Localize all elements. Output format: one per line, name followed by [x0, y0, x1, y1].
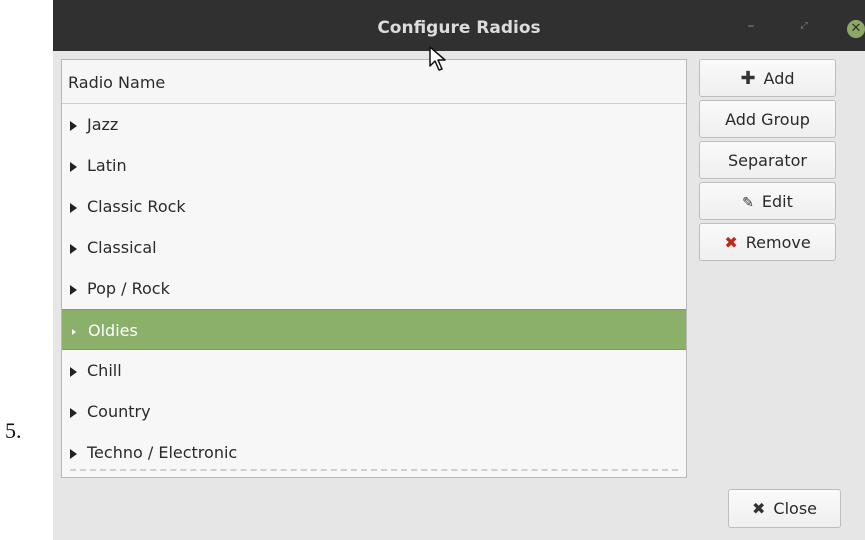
configure-radios-window: Configure Radios – ⤢ ✕ Radio Name Jazz L…: [53, 0, 865, 540]
list-item-label: Country: [87, 402, 151, 421]
list-item-label: Classical: [87, 238, 157, 257]
minimize-icon[interactable]: –: [743, 18, 759, 34]
list-item-label: Oldies: [88, 321, 138, 340]
radio-list[interactable]: Radio Name Jazz Latin Classic Rock Class…: [61, 59, 687, 478]
expander-arrow-icon[interactable]: [70, 408, 77, 418]
list-item-label: Jazz: [87, 115, 119, 134]
expander-arrow-icon[interactable]: [70, 449, 77, 459]
close-button[interactable]: ✖ Close: [728, 489, 841, 528]
list-item[interactable]: Chill: [62, 350, 686, 391]
list-item-label: Chill: [87, 361, 122, 380]
list-item[interactable]: Jazz: [62, 104, 686, 145]
mouse-cursor-icon: [429, 46, 446, 71]
add-group-button-label: Add Group: [725, 110, 810, 129]
separator-button-label: Separator: [728, 151, 807, 170]
list-bottom-divider: [70, 469, 678, 471]
remove-button[interactable]: ✖ Remove: [699, 223, 836, 261]
expander-arrow-icon[interactable]: [70, 121, 77, 131]
list-item-label: Techno / Electronic: [87, 443, 238, 462]
column-header-radio-name[interactable]: Radio Name: [62, 60, 686, 104]
remove-button-label: Remove: [745, 233, 811, 252]
add-group-button[interactable]: Add Group: [699, 100, 836, 138]
expander-arrow-icon[interactable]: [70, 244, 77, 254]
list-item-label: Latin: [87, 156, 127, 175]
title-bar[interactable]: Configure Radios – ⤢ ✕: [53, 0, 865, 51]
close-button-label: Close: [773, 499, 817, 518]
list-item[interactable]: Techno / Electronic: [62, 432, 686, 473]
separator-button[interactable]: Separator: [699, 141, 836, 179]
expander-arrow-icon[interactable]: [70, 367, 77, 377]
edit-button-label: Edit: [761, 192, 793, 211]
expander-arrow-icon[interactable]: [70, 203, 77, 213]
close-window-icon[interactable]: ✕: [847, 20, 865, 38]
plus-icon: ✚: [740, 68, 756, 89]
list-item-label: Classic Rock: [87, 197, 186, 216]
expander-arrow-icon[interactable]: [70, 162, 77, 172]
expander-arrow-icon[interactable]: [70, 285, 77, 295]
list-item[interactable]: Latin: [62, 145, 686, 186]
expander-arrow-icon[interactable]: [72, 329, 76, 335]
x-icon: ✖: [724, 233, 738, 252]
action-buttons: ✚ Add Add Group Separator ✎ Edit ✖ Remove: [699, 59, 839, 264]
page-number: 5.: [5, 418, 22, 443]
pencil-icon: ✎: [742, 195, 754, 211]
x-icon: ✖: [752, 499, 766, 518]
edit-button[interactable]: ✎ Edit: [699, 182, 836, 220]
list-item-selected[interactable]: Oldies: [62, 309, 686, 350]
list-item-label: Pop / Rock: [87, 279, 170, 298]
add-button[interactable]: ✚ Add: [699, 59, 836, 97]
maximize-icon[interactable]: ⤢: [796, 18, 812, 34]
list-item[interactable]: Country: [62, 391, 686, 432]
list-item[interactable]: Classical: [62, 227, 686, 268]
add-button-label: Add: [763, 69, 795, 88]
list-item[interactable]: Classic Rock: [62, 186, 686, 227]
list-item[interactable]: Pop / Rock: [62, 268, 686, 309]
